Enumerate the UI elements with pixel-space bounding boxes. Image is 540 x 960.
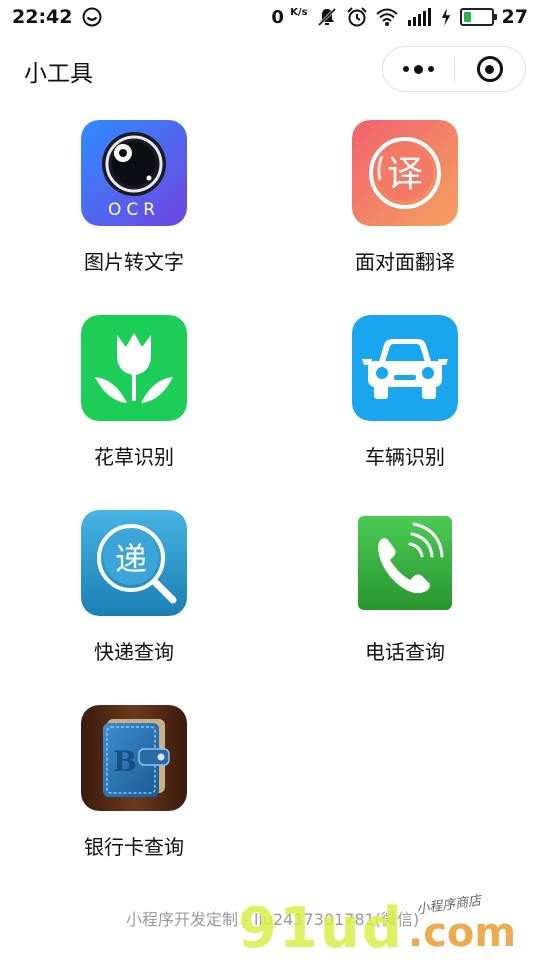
- tool-phone[interactable]: 电话查询: [270, 490, 540, 685]
- battery-icon: [459, 8, 497, 26]
- tool-translate[interactable]: 译 面对面翻译: [270, 100, 540, 295]
- net-speed-value: 0: [271, 6, 284, 28]
- watermark-domain: .com: [408, 910, 517, 956]
- nav-bar: 小工具: [0, 44, 540, 96]
- battery-fill: [463, 12, 471, 22]
- battery-level: 27: [501, 6, 528, 28]
- tool-label: 图片转文字: [84, 250, 184, 274]
- wifi-icon: [375, 8, 398, 26]
- tool-label: 面对面翻译: [355, 250, 455, 274]
- tool-flower[interactable]: 花草识别: [0, 295, 269, 490]
- tool-express[interactable]: 递 快递查询: [0, 490, 269, 685]
- close-miniprogram-button[interactable]: [455, 47, 526, 91]
- bank-icon-text: B: [113, 745, 137, 778]
- more-dots-icon: [402, 64, 434, 74]
- tool-label: 电话查询: [365, 640, 445, 664]
- wechat-status-icon: [82, 7, 102, 27]
- tool-bankcard[interactable]: B 银行卡查询: [0, 685, 269, 880]
- flower-icon: [81, 315, 187, 421]
- tool-label: 车辆识别: [365, 445, 445, 469]
- express-icon-text: 递: [115, 540, 147, 578]
- charging-icon: [441, 8, 450, 26]
- express-search-icon: 递: [81, 510, 187, 616]
- alarm-icon: [346, 7, 367, 27]
- mute-icon: [317, 7, 336, 27]
- tool-label: 银行卡查询: [84, 835, 184, 859]
- ocr-camera-icon: OCR: [81, 120, 187, 226]
- footer: 小程序开发定制 - liu2417301781(微信) 91ud .com 小程…: [0, 890, 540, 960]
- tool-label: 快递查询: [94, 640, 174, 664]
- page-title: 小工具: [24, 61, 93, 87]
- bank-wallet-icon: B: [81, 705, 187, 811]
- translate-icon-text: 译: [387, 154, 423, 195]
- miniprogram-close-icon: [476, 56, 503, 82]
- car-icon: [352, 315, 458, 421]
- tool-car[interactable]: 车辆识别: [270, 295, 540, 490]
- net-speed: 0 K/s: [271, 7, 307, 28]
- net-speed-unit: K/s: [290, 6, 308, 18]
- tools-grid: OCR 图片转文字 译 面对面翻译 花草识别 车辆识别 递 快递查询 电话查询 …: [0, 100, 540, 880]
- signal-4g-icon: [407, 8, 431, 26]
- status-right: 0 K/s 27: [271, 6, 528, 28]
- miniprogram-capsule: [382, 46, 526, 92]
- watermark-logo: 91ud: [238, 896, 404, 960]
- translate-icon: 译: [352, 120, 458, 226]
- status-time: 22:42: [12, 6, 73, 28]
- more-menu-button[interactable]: [383, 47, 454, 91]
- ocr-icon-text: OCR: [108, 200, 160, 220]
- phone-icon: [352, 510, 458, 616]
- tool-ocr[interactable]: OCR 图片转文字: [0, 100, 269, 295]
- tool-label: 花草识别: [94, 445, 174, 469]
- status-bar: 22:42 0 K/s 27: [0, 0, 540, 34]
